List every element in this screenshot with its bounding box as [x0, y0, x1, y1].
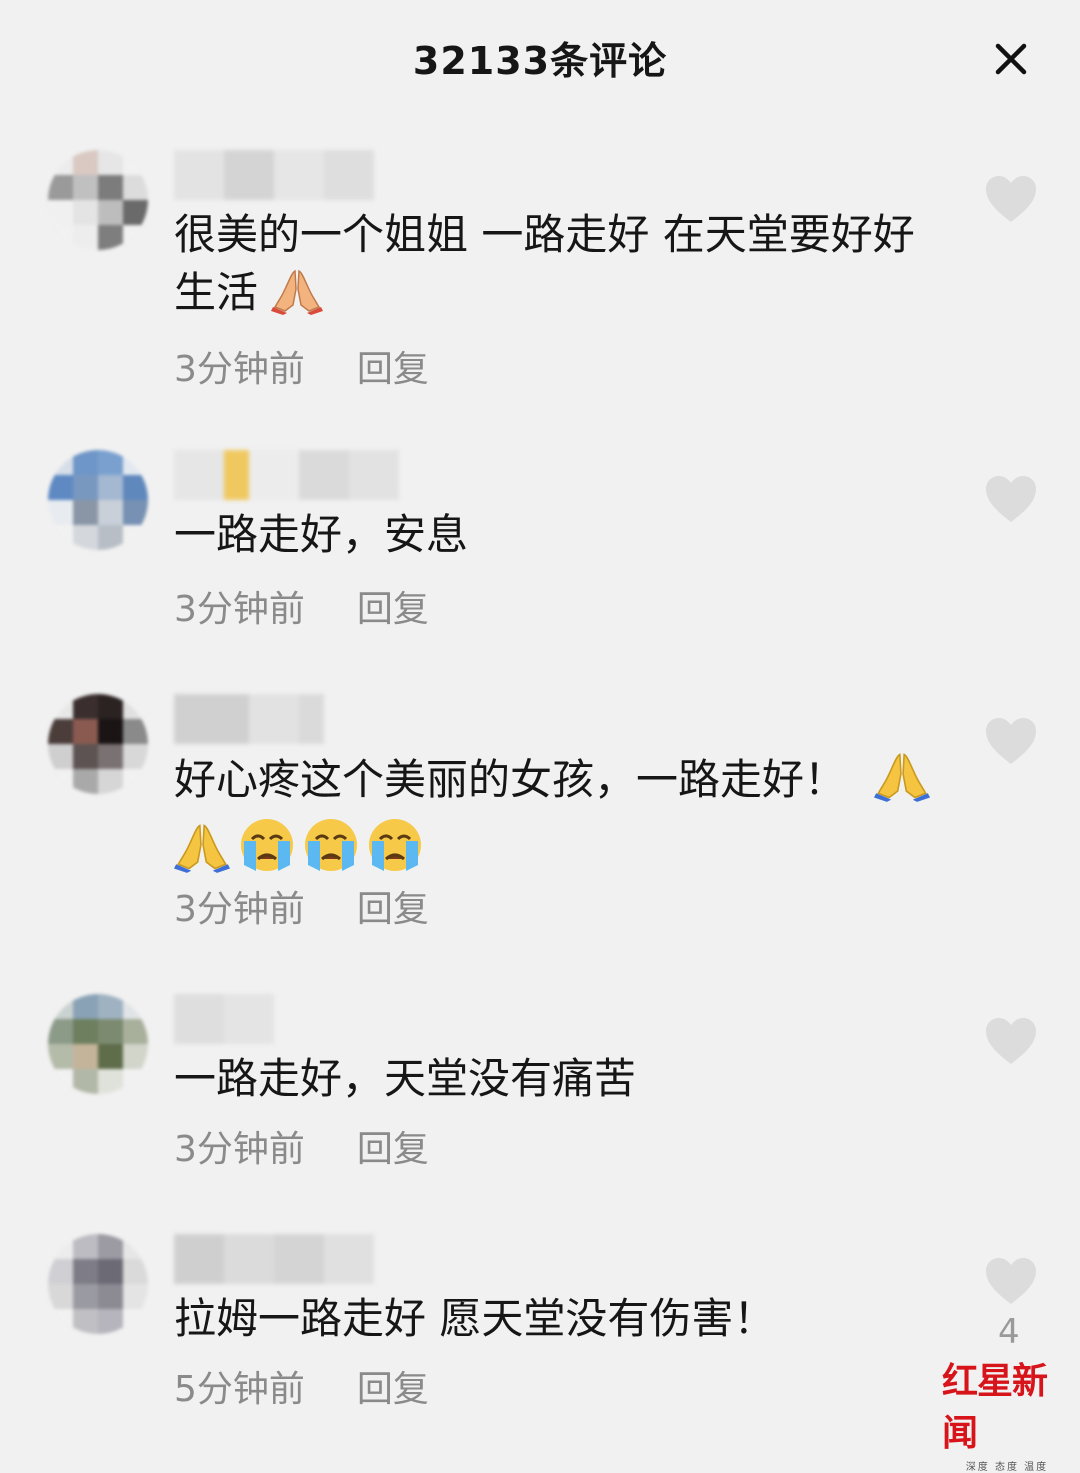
reply-button[interactable]: 回复: [357, 349, 429, 390]
folded-hands-emoji: [174, 821, 230, 888]
comment-text-content: 一路走好，安息: [174, 510, 469, 559]
comment-text: 拉姆一路走好 愿天堂没有伤害！: [174, 1290, 944, 1348]
reply-button[interactable]: 回复: [357, 889, 429, 930]
timestamp: 5分钟前: [174, 1369, 305, 1410]
watermark-tagline: 深度 态度 温度: [965, 1462, 1049, 1473]
username[interactable]: [174, 1234, 374, 1284]
like-button[interactable]: [984, 474, 1038, 524]
like-button[interactable]: [984, 1016, 1038, 1066]
comment-text-content: 好心疼这个美丽的女孩，一路走好！: [174, 755, 847, 804]
watermark-brand: 红星新闻: [942, 1360, 1048, 1454]
comment-text: 好心疼这个美丽的女孩，一路走好！: [174, 750, 944, 888]
comment-text: 一路走好，天堂没有痛苦: [174, 1050, 944, 1108]
folded-hands-emoji: [874, 750, 931, 817]
like-button[interactable]: [984, 1256, 1038, 1306]
comment-text: 一路走好，安息: [174, 506, 944, 564]
heart-icon: [986, 176, 1036, 222]
comment-meta: 3分钟前 回复: [174, 340, 429, 392]
crying-face-emoji: [366, 817, 424, 888]
avatar[interactable]: [48, 150, 148, 250]
like-count: 4: [998, 1312, 1020, 1352]
timestamp: 3分钟前: [174, 1129, 305, 1170]
comment-meta: 3分钟前 回复: [174, 1120, 429, 1172]
close-button[interactable]: [988, 36, 1034, 82]
like-button[interactable]: [984, 716, 1038, 766]
comment-text-content: 拉姆一路走好 愿天堂没有伤害！: [174, 1294, 776, 1343]
comment-text: 很美的一个姐姐 一路走好 在天堂要好好生活: [174, 206, 944, 330]
reply-button[interactable]: 回复: [357, 589, 429, 630]
brand-watermark: 红星新闻 深度 态度 温度: [942, 1352, 1072, 1473]
username[interactable]: [174, 994, 274, 1044]
timestamp: 3分钟前: [174, 349, 305, 390]
reply-button[interactable]: 回复: [357, 1369, 429, 1410]
heart-icon: [986, 718, 1036, 764]
timestamp: 3分钟前: [174, 589, 305, 630]
crying-face-emoji: [238, 817, 296, 888]
heart-icon: [986, 1258, 1036, 1304]
comment-meta: 3分钟前 回复: [174, 880, 429, 932]
heart-icon: [986, 1018, 1036, 1064]
avatar[interactable]: [48, 1234, 148, 1334]
heart-icon: [986, 476, 1036, 522]
comment-meta: 5分钟前 回复: [174, 1360, 429, 1412]
comments-count-title: 32133条评论: [412, 39, 668, 83]
close-icon: [995, 43, 1027, 75]
username[interactable]: [174, 450, 399, 500]
avatar[interactable]: [48, 694, 148, 794]
comment-text-content: 一路走好，天堂没有痛苦: [174, 1054, 637, 1103]
like-button[interactable]: [984, 174, 1038, 224]
avatar[interactable]: [48, 994, 148, 1094]
comment-meta: 3分钟前 回复: [174, 580, 429, 632]
username[interactable]: [174, 694, 324, 744]
folded-hands-emoji: [271, 267, 324, 330]
timestamp: 3分钟前: [174, 889, 305, 930]
crying-face-emoji: [302, 817, 360, 888]
reply-button[interactable]: 回复: [357, 1129, 429, 1170]
username[interactable]: [174, 150, 374, 200]
avatar[interactable]: [48, 450, 148, 550]
